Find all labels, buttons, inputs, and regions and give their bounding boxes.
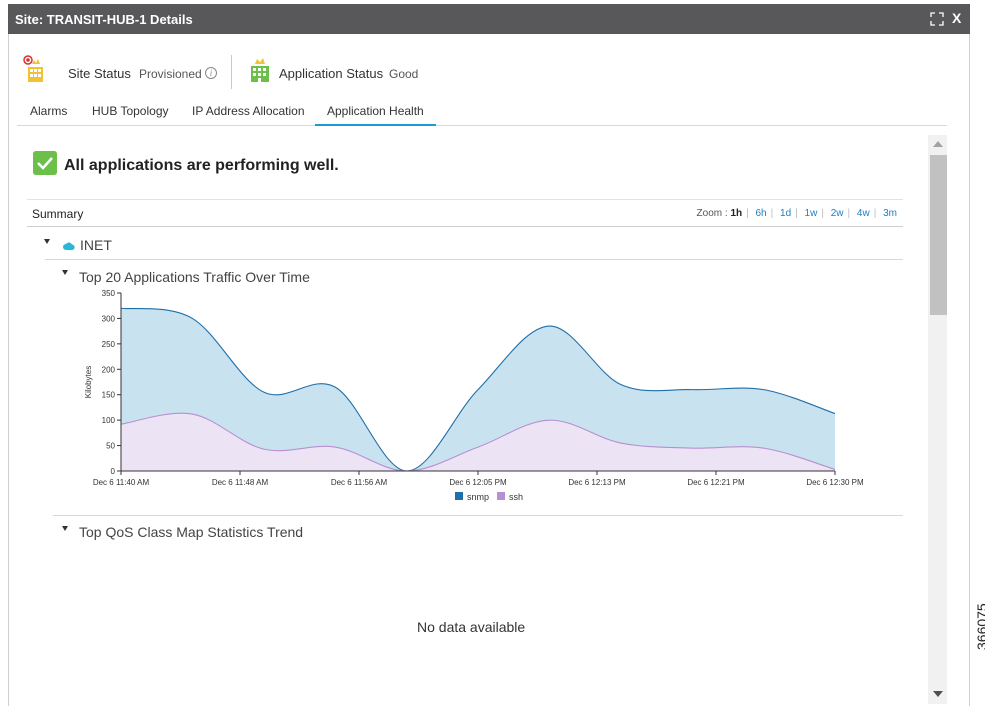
zoom-option-1h[interactable]: 1h [730, 208, 742, 219]
summary-label: Summary [32, 207, 84, 221]
site-status-value: Provisioned [139, 67, 202, 81]
inet-label: INET [80, 237, 112, 253]
status-row: Site Status Provisioned i Application St… [23, 55, 523, 89]
tab-hub-topology[interactable]: HUB Topology [92, 104, 169, 118]
application-status-value: Good [389, 67, 419, 81]
zoom-option-1w[interactable]: 1w [805, 208, 818, 219]
traffic-area-chart: 0 50 100 150 200 250 300 350 Kilobytes Dec 6 11:4… [84, 289, 864, 502]
qos-section-title: Top QoS Class Map Statistics Trend [79, 524, 304, 540]
y-tick-label: 300 [102, 314, 116, 323]
content-panel: All applications are performing well. Su… [17, 127, 926, 706]
health-banner-text: All applications are performing well. [64, 157, 339, 174]
scrollbar-thumb[interactable] [930, 155, 947, 315]
y-tick-label: 50 [106, 442, 115, 451]
figure-id: 366075 [974, 603, 985, 650]
traffic-section-title: Top 20 Applications Traffic Over Time [79, 269, 310, 285]
y-tick-label: 150 [102, 391, 116, 400]
inet-group-header[interactable]: INET [44, 235, 844, 257]
site-status-label: Site Status [68, 66, 131, 81]
legend-label-snmp: snmp [467, 492, 489, 502]
x-tick-label: Dec 6 12:13 PM [568, 478, 626, 487]
x-tick-label: Dec 6 11:40 AM [93, 478, 150, 487]
y-tick-label: 350 [102, 289, 116, 298]
collapse-caret-icon[interactable] [62, 526, 68, 531]
x-tick-label: Dec 6 12:21 PM [687, 478, 745, 487]
vertical-scrollbar[interactable] [928, 135, 947, 704]
zoom-option-2w[interactable]: 2w [831, 208, 844, 219]
summary-bar: Summary Zoom : 1h | 6h | 1d | 1w | 2w | 4w | 3… [27, 199, 903, 227]
zoom-option-1d[interactable]: 1d [780, 208, 791, 219]
divider [53, 515, 903, 516]
maximize-icon[interactable] [930, 12, 944, 26]
scroll-up-arrow-icon[interactable] [933, 141, 943, 147]
y-tick-label: 200 [102, 365, 116, 374]
tab-bar: Alarms HUB Topology IP Address Allocatio… [17, 98, 947, 126]
no-data-message: No data available [417, 619, 526, 635]
window-titlebar: Site: TRANSIT-HUB-1 Details X [8, 4, 970, 34]
window-title: Site: TRANSIT-HUB-1 Details [15, 12, 193, 27]
x-tick-label: Dec 6 11:56 AM [331, 478, 388, 487]
divider [45, 259, 903, 260]
collapse-caret-icon[interactable] [62, 270, 68, 275]
legend-swatch-ssh [497, 492, 505, 500]
close-button[interactable]: X [952, 10, 961, 26]
application-status-label: Application Status [279, 66, 384, 81]
zoom-option-4w[interactable]: 4w [857, 208, 870, 219]
zoom-control: Zoom : 1h | 6h | 1d | 1w | 2w | 4w | 3m [696, 208, 897, 219]
y-axis-label: Kilobytes [84, 366, 93, 398]
zoom-label: Zoom : [696, 208, 728, 219]
tab-alarms[interactable]: Alarms [30, 104, 67, 118]
x-tick-label: Dec 6 12:05 PM [449, 478, 507, 487]
check-icon [33, 151, 57, 175]
status-divider [231, 55, 232, 89]
legend-swatch-snmp [455, 492, 463, 500]
y-tick-label: 0 [111, 467, 116, 476]
y-tick-label: 100 [102, 416, 116, 425]
info-icon[interactable]: i [205, 67, 217, 79]
x-tick-label: Dec 6 12:30 PM [806, 478, 864, 487]
site-building-icon [23, 55, 43, 82]
zoom-option-6h[interactable]: 6h [756, 208, 767, 219]
tab-ip-address-allocation[interactable]: IP Address Allocation [192, 104, 305, 118]
cloud-icon [63, 242, 75, 250]
scroll-down-arrow-icon[interactable] [933, 691, 943, 697]
y-tick-label: 250 [102, 340, 116, 349]
application-building-icon [251, 58, 269, 82]
zoom-option-3m[interactable]: 3m [883, 208, 897, 219]
collapse-caret-icon[interactable] [44, 239, 50, 244]
tab-application-health[interactable]: Application Health [315, 104, 436, 126]
x-tick-label: Dec 6 11:48 AM [212, 478, 269, 487]
legend-label-ssh: ssh [509, 492, 523, 502]
